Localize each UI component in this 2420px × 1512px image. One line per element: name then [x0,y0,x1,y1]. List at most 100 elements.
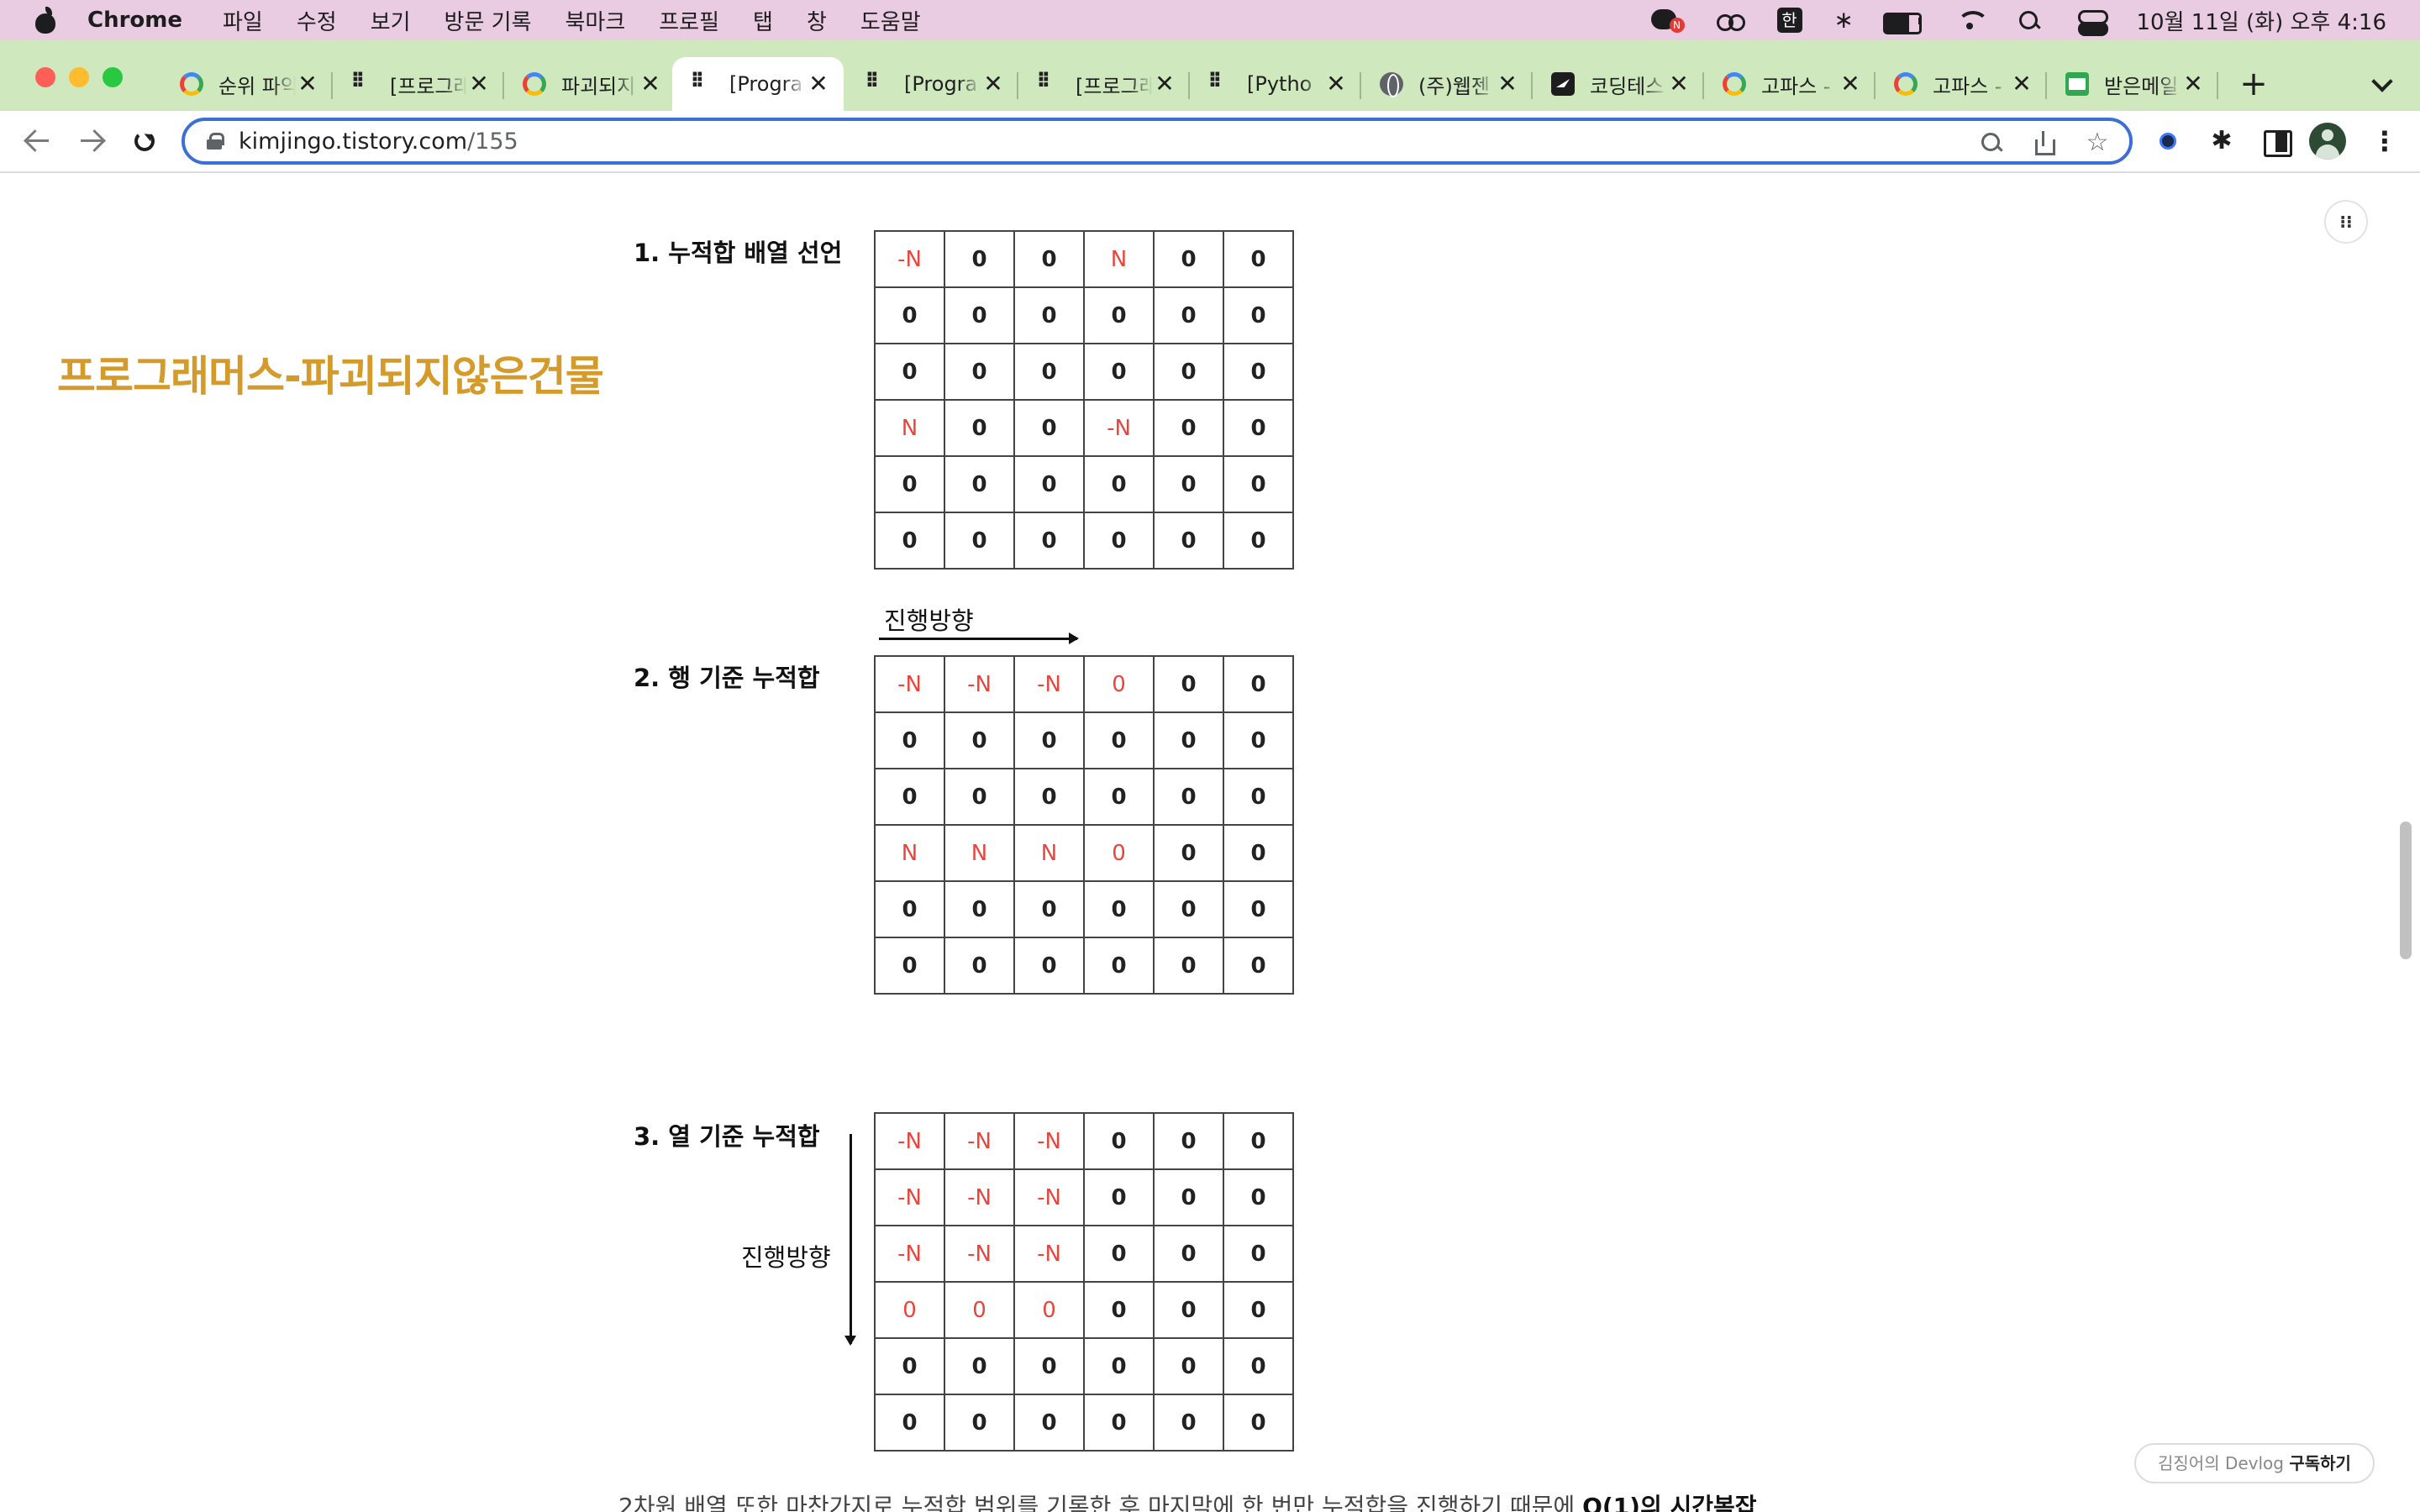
react-devtools-extension-button[interactable] [2149,123,2186,160]
browser-tab[interactable]: 순위 파악 ✕ [161,57,333,111]
tistory-icon [1037,67,1060,96]
bluetooth-icon[interactable]: ∗ [1834,8,1854,33]
blog-menu-icon[interactable]: ⁝⁝ [2324,200,2368,244]
reload-button[interactable] [126,123,163,160]
chrome-menu-kebab-icon[interactable]: ⋮ [2366,123,2403,160]
post-title: 프로그래머스-파괴되지않은건물 [57,352,604,401]
chat-notification-icon[interactable] [1650,8,1685,33]
menu-history[interactable]: 방문 기록 [445,5,532,36]
bookmark-star-icon[interactable]: ☆ [2086,130,2109,155]
matrix-cell: 0 [1153,512,1224,570]
side-panel-icon[interactable] [2257,123,2294,160]
browser-tab[interactable]: [Progra ✕ [847,57,1018,111]
browser-tab[interactable]: 받은메일 ✕ [2047,57,2218,111]
browser-tab[interactable]: 파괴되지 ✕ [504,57,676,111]
matrix-cell: 0 [1153,768,1224,826]
matrix-cell: 0 [1223,655,1294,713]
menu-profiles[interactable]: 프로필 [659,5,719,36]
tab-close-icon[interactable]: ✕ [1667,72,1691,96]
browser-tab[interactable]: [프로그래 ✕ [1018,57,1190,111]
step3-label: 3. 열 기준 누적합 [634,1122,820,1151]
direction-label-vertical: 진행방향 [741,1243,831,1272]
subscribe-button[interactable]: 김징어의 Devlog 구독하기 [2134,1443,2375,1483]
spotlight-search-icon[interactable] [2016,8,2044,33]
glasses-icon[interactable] [1716,8,1745,33]
menu-tab[interactable]: 탭 [753,5,773,36]
menu-bar-clock[interactable]: 10월 11일 (화) 오후 4:16 [2137,5,2387,36]
window-zoom-button[interactable] [103,67,123,87]
tab-title: [프로그래 [390,74,467,98]
browser-tab[interactable]: (주)웹젠 ✕ [1361,57,1533,111]
menu-view[interactable]: 보기 [371,5,411,36]
window-close-button[interactable] [35,67,55,87]
tab-close-icon[interactable]: ✕ [1496,72,1519,96]
matrix-cell: N [1013,824,1085,882]
page-scrollbar-thumb[interactable] [2400,822,2412,959]
matrix-cell: -N [944,1225,1015,1283]
menu-bookmarks[interactable]: 북마크 [566,5,626,36]
matrix-cell: 0 [1013,230,1085,288]
forward-button[interactable] [72,123,109,160]
matrix-cell: 0 [1153,1337,1224,1395]
browser-tab[interactable]: [프로그래 ✕ [333,57,504,111]
app-menu-chrome[interactable]: Chrome [87,8,182,33]
profile-button[interactable] [2309,123,2346,160]
tab-close-icon[interactable]: ✕ [2010,72,2033,96]
window-minimize-button[interactable] [69,67,89,87]
tab-title: 코딩테스 [1590,74,1665,98]
matrix-cell: 0 [1153,1281,1224,1339]
address-bar[interactable]: kimjingo.tistory.com/155 ☆ [182,118,2133,165]
browser-tab[interactable]: 코딩테스 ✕ [1533,57,1704,111]
tab-close-icon[interactable]: ✕ [1153,72,1176,96]
matrix-cell: 0 [1153,1168,1224,1226]
tab-search-chevron-icon[interactable] [2368,69,2398,99]
matrix-cell: 0 [1223,1225,1294,1283]
matrix-cell: -N [874,230,945,288]
matrix-cell: 0 [1083,1337,1155,1395]
browser-tab-active[interactable]: [Progra ✕ [672,57,844,111]
tistory-icon [351,67,375,96]
matrix-cell: 0 [1083,455,1155,513]
control-center-icon[interactable] [2076,8,2108,36]
tab-close-icon[interactable]: ✕ [296,72,319,96]
browser-tab[interactable]: [Pytho ✕ [1190,57,1361,111]
back-button[interactable] [18,123,55,160]
menu-window[interactable]: 창 [807,5,827,36]
share-icon[interactable] [2032,131,2055,155]
tab-close-icon[interactable]: ✕ [981,72,1005,96]
tab-close-icon[interactable]: ✕ [1324,72,1348,96]
matrix-cell: 0 [1153,455,1224,513]
zoom-icon[interactable] [1980,131,2003,155]
menu-edit[interactable]: 수정 [297,5,337,36]
menu-file[interactable]: 파일 [223,5,263,36]
battery-icon[interactable] [1882,8,1923,34]
matrix-cell: 0 [1223,880,1294,938]
tab-title: 고파스 - [1933,74,2002,98]
wifi-icon[interactable] [1955,8,1989,33]
extensions-puzzle-icon[interactable]: ✱ [2203,123,2240,160]
tab-close-icon[interactable]: ✕ [1839,72,1862,96]
tab-close-icon[interactable]: ✕ [807,72,830,96]
matrix-row: NNN000 [874,824,1294,882]
new-tab-button[interactable]: + [2237,67,2270,101]
matrix-row: -N 0 0 N 0 0 [874,230,1294,288]
matrix-cell: 0 [1013,1281,1085,1339]
tab-close-icon[interactable]: ✕ [2181,72,2205,96]
input-source-icon[interactable]: 한 [1776,8,1802,33]
lock-icon[interactable] [207,133,224,150]
google-icon [523,72,546,96]
matrix-cell: 0 [874,1337,945,1395]
apple-menu-icon[interactable] [34,7,57,34]
browser-tab[interactable]: 고파스 - ✕ [1704,57,1876,111]
matrix-cell: 0 [1083,937,1155,995]
url-text[interactable]: kimjingo.tistory.com/155 [239,129,518,155]
menu-help[interactable]: 도움말 [860,5,921,36]
url-host: kimjingo.tistory.com [239,129,468,155]
matrix-cell: 0 [1223,1112,1294,1170]
tab-close-icon[interactable]: ✕ [467,72,491,96]
browser-tab[interactable]: 고파스 - ✕ [1876,57,2047,111]
matrix-cell: N [944,824,1015,882]
tab-close-icon[interactable]: ✕ [639,72,662,96]
matrix-cell: 0 [944,286,1015,344]
tab-strip: 순위 파악 ✕ [프로그래 ✕ 파괴되지 ✕ [Progra ✕ [Progra… [0,40,2420,111]
